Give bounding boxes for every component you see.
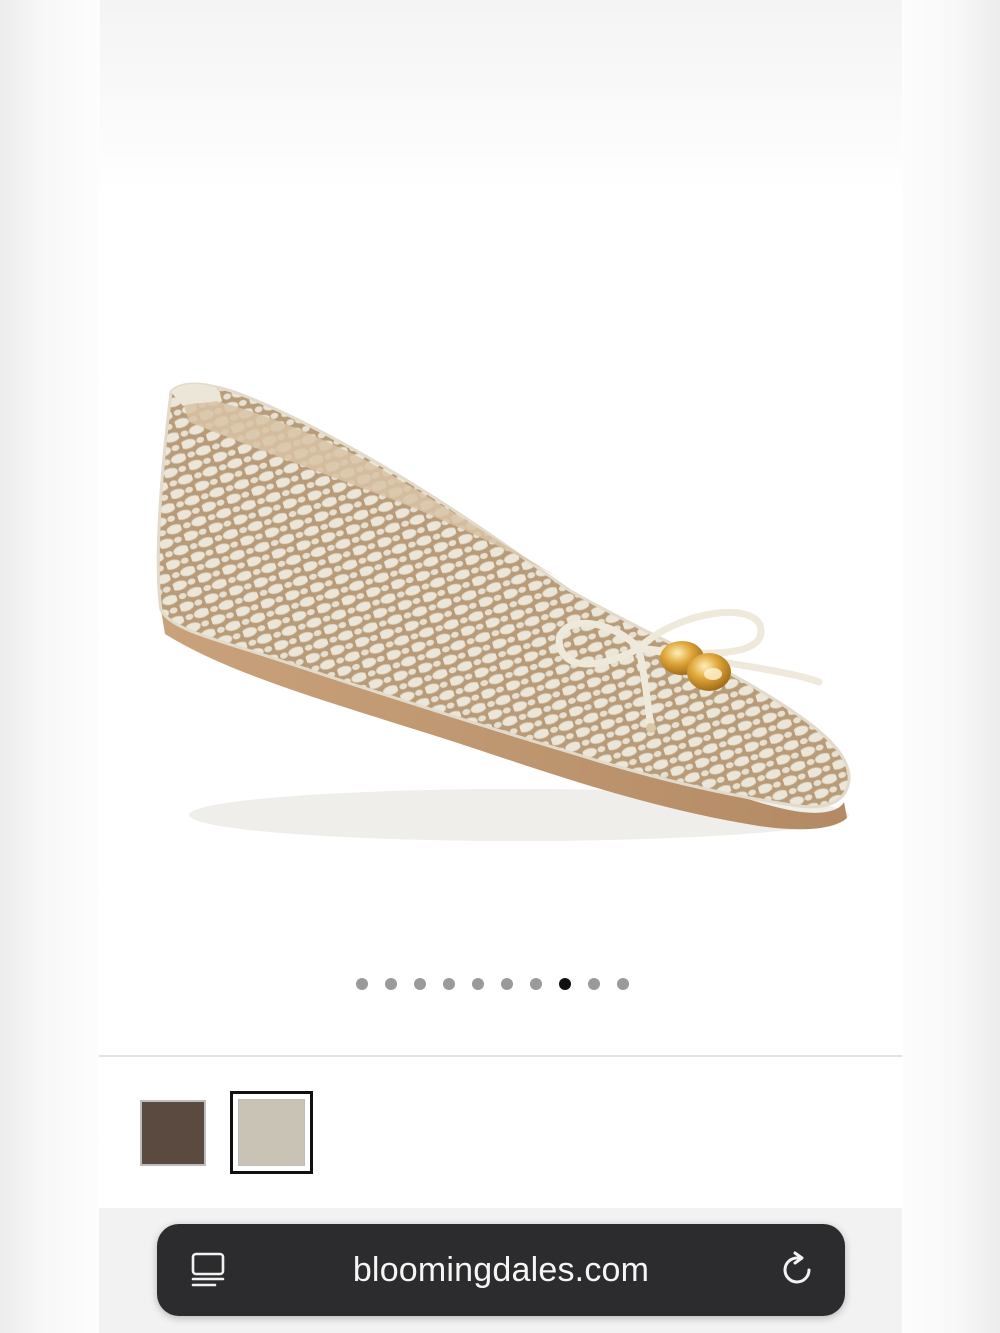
color-swatch-cream — [238, 1099, 305, 1166]
browser-address-bar[interactable]: bloomingdales.com — [157, 1224, 845, 1316]
carousel-dot[interactable] — [414, 978, 426, 990]
carousel-dot[interactable] — [617, 978, 629, 990]
color-swatch-cream-selected[interactable] — [230, 1091, 313, 1174]
product-image[interactable] — [99, 190, 902, 950]
carousel-dot[interactable] — [356, 978, 368, 990]
reload-icon[interactable] — [779, 1250, 817, 1290]
carousel-dot[interactable] — [588, 978, 600, 990]
carousel-dot[interactable] — [472, 978, 484, 990]
url-text[interactable]: bloomingdales.com — [157, 1224, 845, 1316]
carousel-dot[interactable] — [530, 978, 542, 990]
carousel-dot[interactable] — [385, 978, 397, 990]
background-top — [0, 0, 1000, 190]
shoe-illustration — [156, 382, 851, 841]
background-right-fade — [902, 0, 1000, 1333]
carousel-dot-active[interactable] — [559, 978, 571, 990]
background-left-fade — [0, 0, 100, 1333]
section-divider — [99, 1055, 902, 1057]
product-page — [99, 190, 902, 1333]
carousel-dot[interactable] — [501, 978, 513, 990]
color-swatch-brown[interactable] — [140, 1100, 206, 1166]
image-carousel-dots[interactable] — [99, 977, 902, 991]
carousel-dot[interactable] — [443, 978, 455, 990]
